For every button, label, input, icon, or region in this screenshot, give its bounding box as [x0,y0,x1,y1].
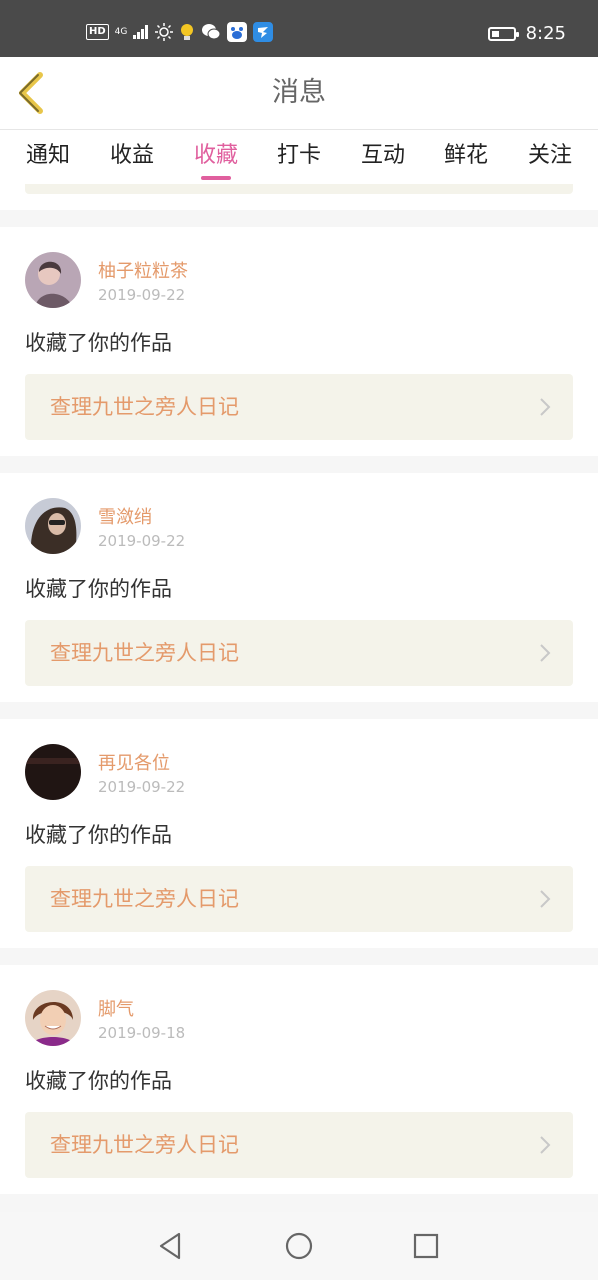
chevron-right-icon [540,398,551,416]
clock: 8:25 [525,23,566,44]
list-item-partial [0,184,598,210]
avatar[interactable] [25,498,81,554]
action-text: 收藏了你的作品 [25,331,172,355]
tab-earnings[interactable]: 收益 [102,130,162,184]
work-title: 查理九世之旁人日记 [50,887,239,911]
battery-icon [487,27,519,41]
list-item: 雪潋绡 2019-09-22 收藏了你的作品 查理九世之旁人日记 [0,473,598,702]
recents-square-icon [413,1233,439,1259]
back-triangle-icon [159,1232,181,1260]
dingtalk-icon [253,22,274,42]
nav-back-button[interactable] [155,1230,187,1262]
tab-follow[interactable]: 关注 [520,130,580,184]
header-bar: 消息 [0,57,598,130]
work-link[interactable]: 查理九世之旁人日记 [25,620,573,686]
nav-home-button[interactable] [283,1230,315,1262]
chevron-right-icon [540,890,551,908]
status-icons-left: HD 4G [86,22,274,42]
avatar[interactable] [25,744,81,800]
timestamp: 2019-09-22 [98,532,186,550]
work-link[interactable]: 查理九世之旁人日记 [25,1112,573,1178]
tab-label: 关注 [527,143,572,168]
tab-label: 收藏 [193,143,238,168]
wechat-icon [201,23,221,41]
page-title: 消息 [272,77,326,108]
timestamp: 2019-09-22 [98,286,186,304]
tab-flowers[interactable]: 鲜花 [436,130,496,184]
hd-icon: HD [86,24,109,40]
active-tab-indicator [201,176,231,180]
status-icons-right: 8:25 [487,22,566,46]
action-text: 收藏了你的作品 [25,1069,172,1093]
list-item: 脚气 2019-09-18 收藏了你的作品 查理九世之旁人日记 [0,965,598,1194]
signal-icon [133,25,149,39]
tab-label: 通知 [25,143,70,168]
username[interactable]: 柚子粒粒茶 [98,257,188,283]
username[interactable]: 脚气 [98,995,134,1021]
work-title: 查理九世之旁人日记 [50,395,239,419]
timestamp: 2019-09-22 [98,778,186,796]
tab-label: 鲜花 [443,143,488,168]
work-link[interactable]: 查理九世之旁人日记 [25,866,573,932]
battery-level [491,31,499,37]
brightness-icon [155,23,174,41]
list-item: 柚子粒粒茶 2019-09-22 收藏了你的作品 查理九世之旁人日记 [0,227,598,456]
bulb-app-icon [179,23,195,41]
username[interactable]: 雪潋绡 [98,503,152,529]
action-text: 收藏了你的作品 [25,577,172,601]
chevron-right-icon [540,644,551,662]
nav-recents-button[interactable] [410,1230,442,1262]
avatar[interactable] [25,990,81,1046]
timestamp: 2019-09-18 [98,1024,186,1042]
tab-interaction[interactable]: 互动 [353,130,413,184]
work-title: 查理九世之旁人日记 [50,641,239,665]
list-item: 再见各位 2019-09-22 收藏了你的作品 查理九世之旁人日记 [0,719,598,948]
work-title: 查理九世之旁人日记 [50,1133,239,1157]
action-text: 收藏了你的作品 [25,823,172,847]
status-bar: HD 4G 8:25 [0,0,598,57]
tab-notice[interactable]: 通知 [18,130,78,184]
tab-label: 收益 [109,143,154,168]
chevron-right-icon [540,1136,551,1154]
network-type-icon: 4G [114,26,128,37]
tab-bar: 通知 收益 收藏 打卡 互动 鲜花 关注 [0,130,598,184]
username[interactable]: 再见各位 [98,749,170,775]
baidu-icon [227,22,248,42]
system-navigation-bar [0,1212,598,1280]
avatar[interactable] [25,252,81,308]
tab-checkin[interactable]: 打卡 [269,130,329,184]
tab-label: 互动 [360,143,405,168]
notification-list[interactable]: 柚子粒粒茶 2019-09-22 收藏了你的作品 查理九世之旁人日记 雪潋绡 2… [0,184,598,1194]
home-circle-icon [285,1232,313,1260]
work-link[interactable]: 查理九世之旁人日记 [25,374,573,440]
tab-favorites[interactable]: 收藏 [186,130,246,184]
tab-label: 打卡 [276,143,321,168]
